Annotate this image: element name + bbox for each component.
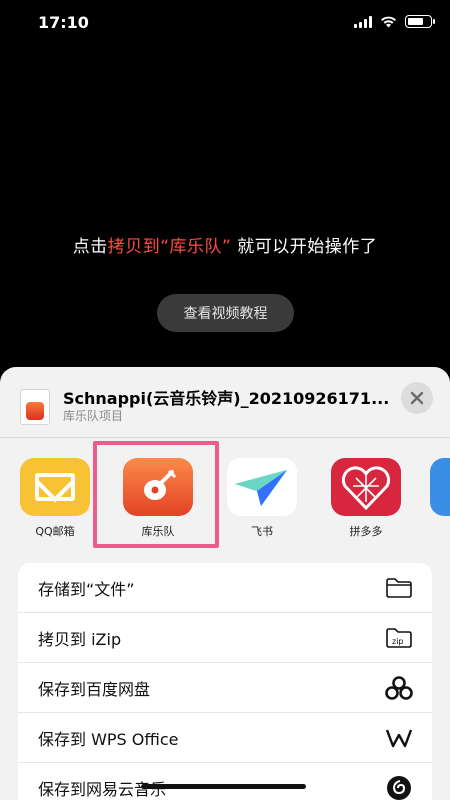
app-label: 飞书 <box>251 525 273 538</box>
app-label: QQ邮箱 <box>35 525 75 538</box>
file-subtitle: 库乐队项目 <box>63 409 124 423</box>
netease-music-icon <box>384 773 414 800</box>
pinduoduo-icon <box>331 458 401 516</box>
share-sheet: Schnappi(云音乐铃声)_20210926171... 库乐队项目 QQ邮… <box>0 367 450 800</box>
share-actions-list: 存储到“文件” 拷贝到 iZip zip 保存到百度网盘 保存到 WPS Off… <box>18 563 432 800</box>
action-copy-to-izip[interactable]: 拷贝到 iZip zip <box>18 613 432 663</box>
action-label: 保存到 WPS Office <box>38 729 179 749</box>
app-partial-icon <box>430 458 450 516</box>
highlight-box <box>93 441 219 548</box>
instruction-highlight: 拷贝到“库乐队” <box>107 237 232 257</box>
app-pinduoduo[interactable]: 拼多多 <box>326 458 406 539</box>
app-label: 拼多多 <box>349 525 383 538</box>
action-label: 拷贝到 iZip <box>38 629 122 649</box>
action-label: 保存到百度网盘 <box>38 679 151 699</box>
app-partial[interactable] <box>430 458 450 516</box>
status-icons <box>354 15 435 28</box>
folder-icon <box>384 573 414 603</box>
action-save-to-files[interactable]: 存储到“文件” <box>18 563 432 613</box>
instruction-text: 点击拷贝到“库乐队” 就可以开始操作了 <box>0 232 450 257</box>
baidu-netdisk-icon <box>384 673 414 703</box>
file-title: Schnappi(云音乐铃声)_20210926171... <box>63 389 390 408</box>
cellular-signal-icon <box>354 15 372 28</box>
file-thumbnail-icon <box>20 389 50 425</box>
zip-folder-icon: zip <box>384 623 414 653</box>
home-indicator[interactable] <box>141 784 306 789</box>
svg-text:zip: zip <box>392 637 404 646</box>
battery-icon <box>405 15 435 28</box>
wifi-icon <box>381 16 396 28</box>
file-header: Schnappi(云音乐铃声)_20210926171... 库乐队项目 <box>0 367 450 437</box>
action-save-to-netease-music[interactable]: 保存到网易云音乐 <box>18 763 432 800</box>
close-button[interactable] <box>401 382 433 414</box>
status-bar: 17:10 <box>0 0 450 46</box>
qq-mail-icon <box>20 458 90 516</box>
instruction-prefix: 点击 <box>72 237 108 257</box>
action-save-to-baidu[interactable]: 保存到百度网盘 <box>18 663 432 713</box>
view-tutorial-button[interactable]: 查看视频教程 <box>157 294 294 332</box>
app-feishu[interactable]: 飞书 <box>222 458 302 539</box>
action-label: 存储到“文件” <box>38 579 135 599</box>
app-qq-mail[interactable]: QQ邮箱 <box>15 458 95 539</box>
share-apps-row: QQ邮箱 库乐队 飞书 拼多多 <box>0 438 450 553</box>
feishu-icon <box>227 458 297 516</box>
close-icon <box>410 391 424 405</box>
wps-icon <box>384 723 414 753</box>
action-save-to-wps[interactable]: 保存到 WPS Office <box>18 713 432 763</box>
status-time: 17:10 <box>38 13 89 32</box>
instruction-suffix: 就可以开始操作了 <box>237 237 378 257</box>
